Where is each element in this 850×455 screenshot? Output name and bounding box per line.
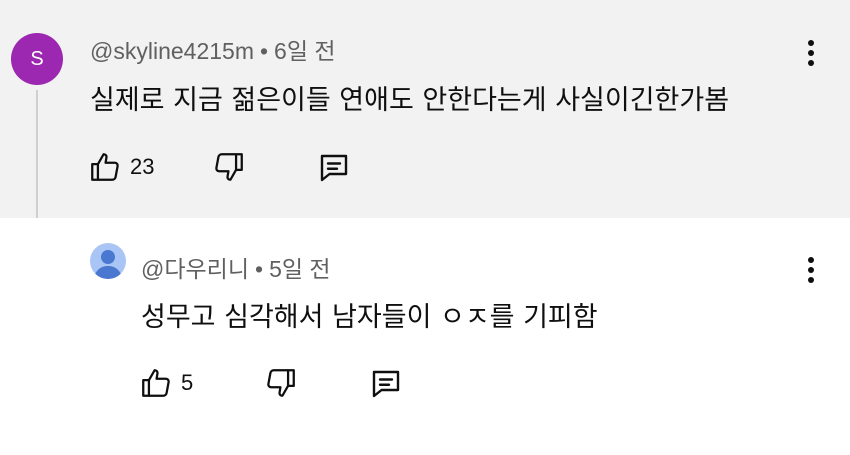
avatar[interactable]: S (11, 33, 63, 85)
avatar[interactable] (90, 243, 126, 279)
comment-meta: @skyline4215m • 6일 전 (90, 32, 336, 66)
comment-meta: @다우리니 • 5일 전 (141, 250, 331, 284)
reply-button[interactable] (316, 150, 352, 186)
thumbs-down-icon (267, 369, 295, 397)
user-silhouette-icon (94, 250, 122, 279)
like-count: 5 (181, 370, 194, 395)
comment-reply (0, 218, 850, 455)
like-count: 23 (130, 154, 155, 179)
meta-separator: • (259, 38, 269, 64)
author-name[interactable]: @skyline4215m (90, 38, 254, 64)
comment-time[interactable]: 6일 전 (274, 38, 336, 64)
like-button[interactable]: 5 (139, 366, 193, 400)
meta-separator: • (255, 256, 264, 282)
reply-button[interactable] (368, 366, 404, 402)
thumbs-up-icon (142, 369, 170, 397)
thumbs-down-icon (215, 153, 243, 181)
dislike-button[interactable] (212, 150, 246, 184)
avatar-letter: S (30, 47, 44, 70)
more-options-icon[interactable] (801, 252, 821, 288)
dislike-button[interactable] (264, 366, 298, 400)
reply-icon (320, 154, 348, 182)
comment-text: 실제로 지금 젊은이들 연애도 안한다는게 사실이긴한가봄 (90, 85, 730, 116)
comment-text: 성무고 심각해서 남자들이 ㅇㅈ를 기피함 (141, 302, 598, 333)
author-name[interactable]: @다우리니 (141, 256, 249, 282)
comment-time[interactable]: 5일 전 (269, 256, 331, 282)
thumbs-up-icon (91, 153, 119, 181)
comment-parent: S @skyline4215m • 6일 전 실제로 지금 젊은이들 연애도 안한다… (0, 0, 850, 218)
more-options-icon[interactable] (801, 35, 821, 71)
reply-icon (372, 370, 400, 398)
like-button[interactable]: 23 (88, 150, 154, 184)
